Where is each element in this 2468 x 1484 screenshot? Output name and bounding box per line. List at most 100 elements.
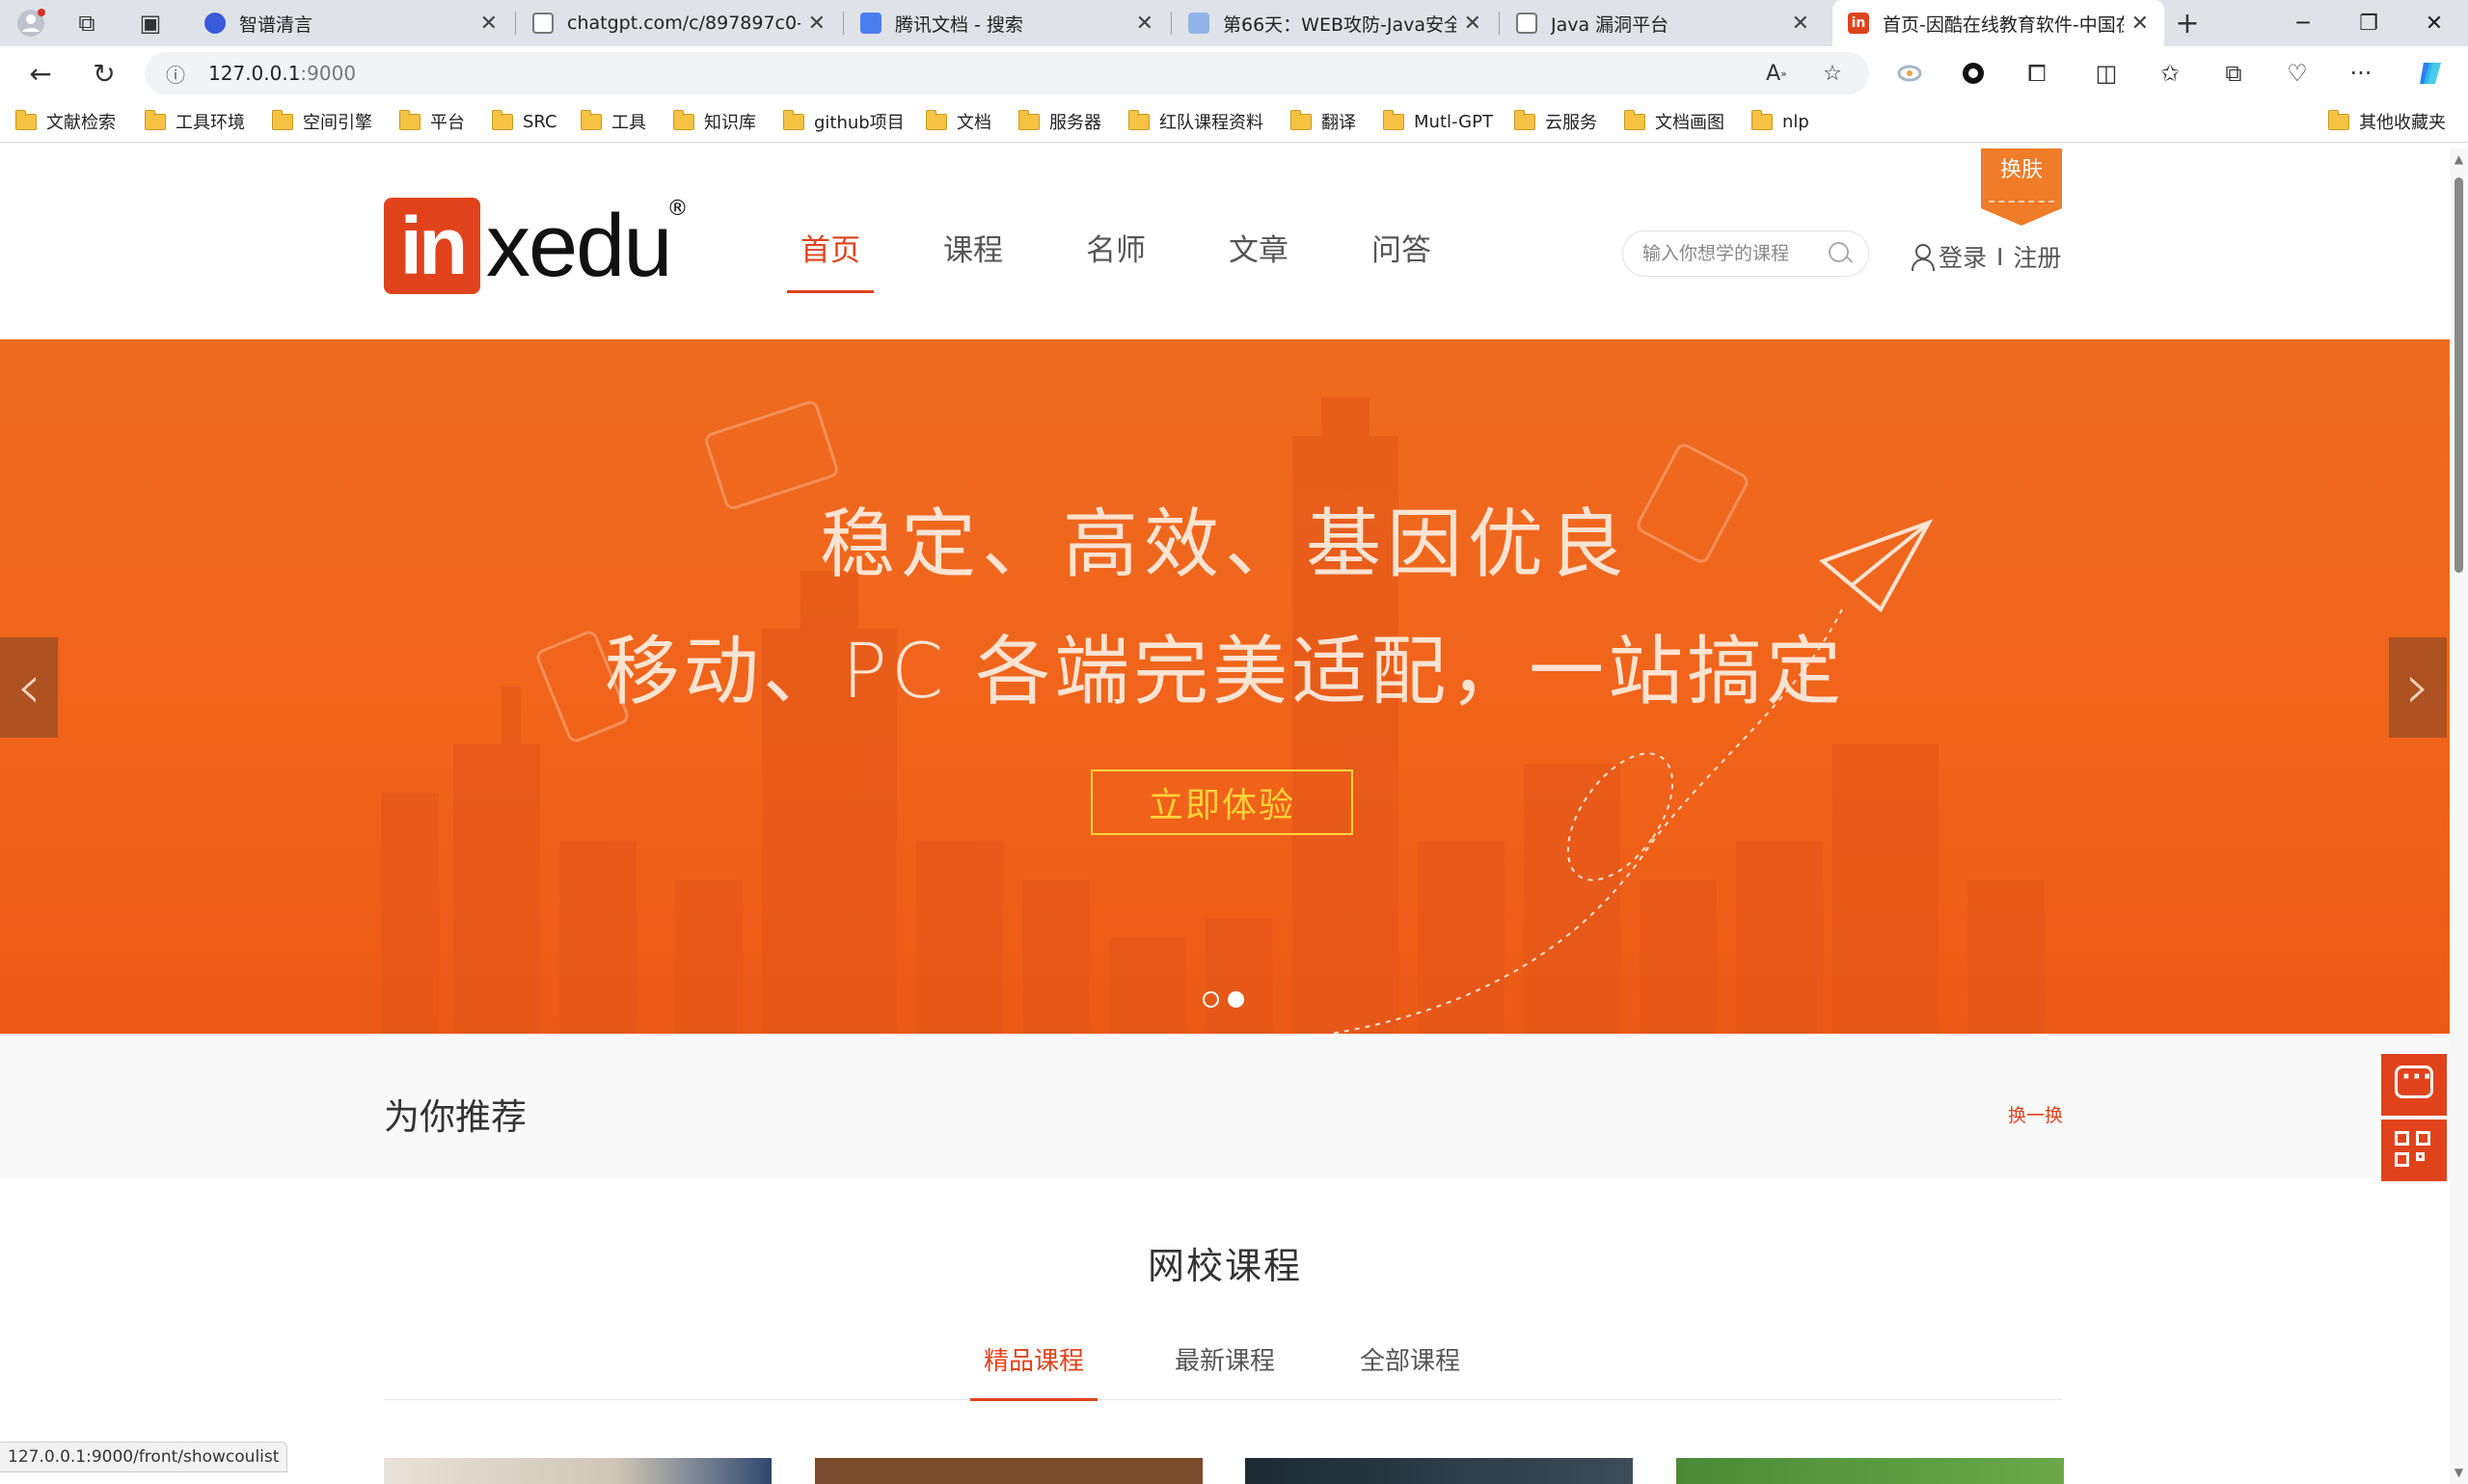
bookmark-folder[interactable]: 文档画图 (1623, 108, 1724, 135)
browser-tab[interactable]: Java 漏洞平台 ✕ (1501, 0, 1825, 46)
course-search-input[interactable] (1642, 243, 1826, 264)
folder-icon (1382, 109, 1404, 130)
refresh-recommend-link[interactable]: 换一换 (2008, 1101, 2063, 1127)
tab-separator (515, 12, 516, 35)
collections-icon[interactable]: ⧉ (2214, 54, 2253, 93)
scroll-thumb[interactable] (2454, 177, 2463, 573)
bookmark-folder[interactable]: nlp (1750, 108, 1809, 135)
banner-next-icon[interactable]: › (2389, 637, 2447, 738)
browser-tab[interactable]: 智谱清言 ✕ (189, 0, 513, 46)
qr-code-button[interactable] (2381, 1120, 2447, 1181)
course-thumbnail[interactable] (815, 1458, 1203, 1484)
tab-close-icon[interactable]: ✕ (1792, 12, 1809, 36)
folder-icon (398, 109, 420, 130)
inxedu-logo[interactable]: in xedu ® (384, 196, 689, 295)
extension-icon[interactable] (1890, 54, 1929, 93)
favorites-icon[interactable]: ✩ (2151, 54, 2189, 93)
folder-icon (491, 109, 513, 130)
nav-home[interactable]: 首页 (787, 226, 874, 293)
tab-close-icon[interactable]: ✕ (1136, 12, 1153, 36)
record-extension-icon[interactable] (1954, 54, 1993, 93)
bookmark-folder[interactable]: 云服务 (1513, 108, 1597, 135)
bookmark-folder[interactable]: 红队课程资料 (1127, 108, 1263, 135)
folder-icon (144, 109, 166, 130)
register-link[interactable]: 注册 (2013, 239, 2061, 274)
split-screen-icon[interactable]: ◫ (2087, 54, 2126, 93)
tab-close-icon[interactable]: ✕ (1464, 12, 1481, 36)
restore-icon[interactable]: ❐ (2334, 0, 2403, 46)
change-skin-button[interactable]: 换肤 (1981, 148, 2062, 226)
bookmark-folder[interactable]: 平台 (398, 108, 465, 135)
back-icon[interactable]: ← (21, 56, 60, 91)
bookmark-folder[interactable]: SRC (491, 108, 557, 135)
course-thumbnail[interactable] (1676, 1458, 2064, 1484)
tab-close-icon[interactable]: ✕ (2131, 12, 2149, 36)
folder-icon (1017, 109, 1040, 130)
read-aloud-icon[interactable]: A» (1757, 54, 1796, 93)
banner-dot[interactable] (1203, 991, 1219, 1008)
tab-separator (1499, 12, 1500, 35)
bookmark-folder[interactable]: 工具 (580, 108, 646, 135)
scroll-down-icon[interactable]: ▼ (2453, 1466, 2465, 1479)
online-chat-button[interactable] (2381, 1054, 2447, 1116)
tab-close-icon[interactable]: ✕ (480, 12, 498, 36)
nav-articles[interactable]: 文章 (1215, 226, 1302, 293)
more-menu-icon[interactable]: ··· (2342, 54, 2380, 93)
favorite-star-icon[interactable]: ☆ (1813, 54, 1852, 93)
banner-headline: 稳定、高效、基因优良 (819, 501, 1630, 588)
login-link[interactable]: 登录 (1939, 239, 1987, 274)
bookmark-folder[interactable]: 文献检索 (14, 108, 116, 135)
tab-all-courses[interactable]: 全部课程 (1346, 1333, 1474, 1400)
bookmark-folder[interactable]: 知识库 (672, 108, 756, 135)
bookmark-folder[interactable]: Mutl-GPT (1382, 108, 1493, 135)
nav-courses[interactable]: 课程 (930, 226, 1017, 293)
extensions-puzzle-icon[interactable]: ⧠ (2018, 54, 2056, 93)
tab-featured-courses[interactable]: 精品课程 (970, 1333, 1098, 1401)
tab-favicon-icon (860, 13, 881, 34)
browser-tab-active[interactable]: in 首页-因酷在线教育软件-中国在 ✕ (1832, 0, 2164, 46)
site-info-icon[interactable]: ⓘ (154, 60, 197, 88)
course-search-box (1622, 230, 1869, 277)
nav-qa[interactable]: 问答 (1358, 226, 1445, 293)
browser-tab[interactable]: 腾讯文档 - 搜索 ✕ (845, 0, 1169, 46)
folder-icon (271, 109, 293, 130)
nav-teachers[interactable]: 名师 (1072, 226, 1159, 293)
bookmark-folder[interactable]: 服务器 (1017, 108, 1101, 135)
tab-latest-courses[interactable]: 最新课程 (1161, 1333, 1288, 1400)
workspaces-icon[interactable]: ⧉ (69, 6, 104, 40)
browser-essentials-icon[interactable]: ♡ (2278, 54, 2317, 93)
new-tab-icon[interactable]: + (2170, 6, 2205, 40)
url-port: :9000 (300, 62, 357, 85)
bookmark-folder[interactable]: 工具环境 (144, 108, 245, 135)
browser-tab[interactable]: 第66天：WEB攻防-Java安全&S ✕ (1173, 0, 1497, 46)
other-bookmarks-folder[interactable]: 其他收藏夹 (2327, 108, 2446, 135)
close-window-icon[interactable]: ✕ (2400, 0, 2468, 46)
course-thumbnail[interactable] (384, 1458, 772, 1484)
banner-dot-active[interactable] (1228, 991, 1244, 1008)
minimize-icon[interactable]: ─ (2268, 0, 2338, 46)
profile-avatar-icon[interactable] (14, 6, 48, 40)
copilot-icon[interactable] (2411, 54, 2450, 93)
logo-wordmark: xedu (486, 196, 672, 295)
vertical-tabs-icon[interactable]: ▣ (133, 6, 168, 40)
registered-mark: ® (666, 197, 689, 221)
bookmark-folder[interactable]: github项目 (782, 108, 905, 135)
browser-tab[interactable]: chatgpt.com/c/897897c0-9e2d ✕ (517, 0, 841, 46)
folder-icon (782, 109, 804, 130)
logo-mark: in (384, 198, 480, 294)
address-bar[interactable]: ⓘ 127.0.0.1:9000 (145, 52, 1869, 94)
banner-subheadline: 移动、PC 各端完美适配，一站搞定 (604, 629, 1846, 715)
try-now-button[interactable]: 立即体验 (1091, 769, 1353, 835)
page-scrollbar[interactable]: ▲ ▼ (2450, 148, 2468, 1484)
folder-icon (2327, 109, 2349, 130)
course-thumbnail[interactable] (1245, 1458, 1633, 1484)
course-tabs: 精品课程 最新课程 全部课程 (384, 1333, 2062, 1401)
bookmark-folder[interactable]: 文档 (925, 108, 991, 135)
banner-prev-icon[interactable]: ‹ (0, 637, 58, 738)
bookmark-folder[interactable]: 空间引擎 (271, 108, 372, 135)
tab-close-icon[interactable]: ✕ (808, 12, 826, 36)
search-icon[interactable] (1826, 239, 1855, 268)
refresh-icon[interactable]: ↻ (85, 56, 123, 91)
scroll-up-icon[interactable]: ▲ (2453, 152, 2465, 166)
bookmark-folder[interactable]: 翻译 (1289, 108, 1356, 135)
